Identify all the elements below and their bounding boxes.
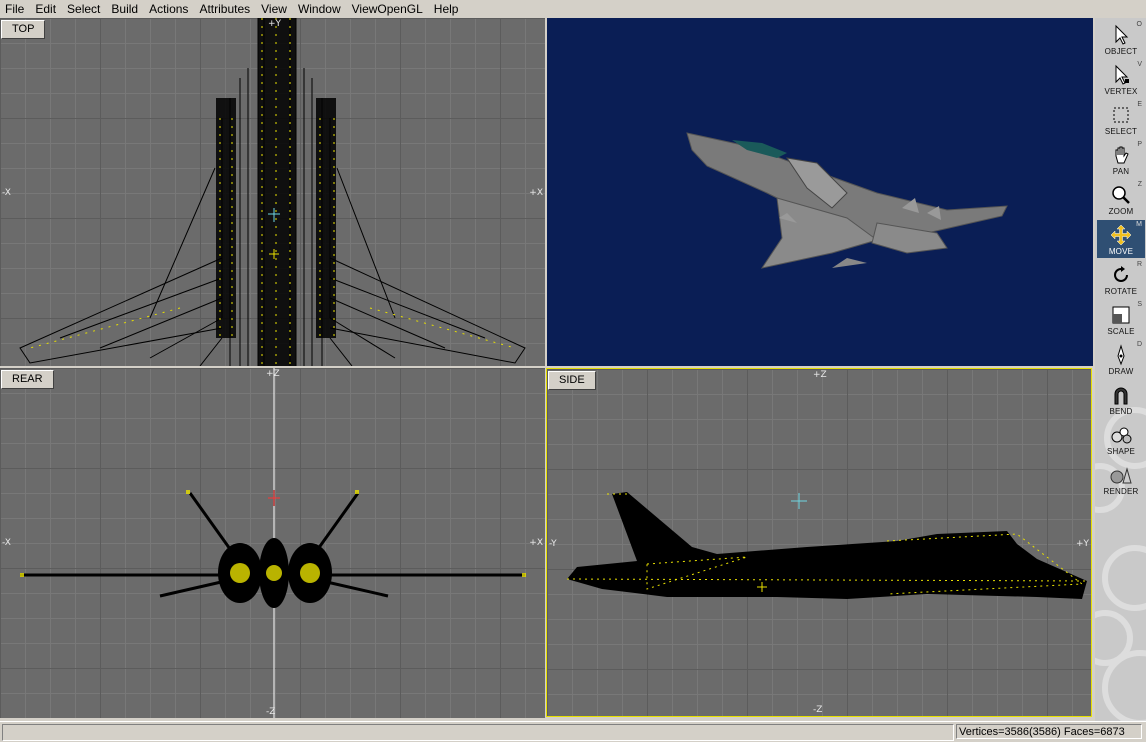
menu-build[interactable]: Build bbox=[106, 1, 144, 17]
tool-zoom[interactable]: Z ZOOM bbox=[1097, 180, 1145, 218]
axis-rear-top: +Z bbox=[266, 369, 280, 379]
vertex-arrow-icon bbox=[1115, 64, 1129, 85]
axis-side-bottom: -Z bbox=[813, 705, 823, 715]
axis-side-left: -Y bbox=[549, 539, 557, 549]
tool-move-label: MOVE bbox=[1108, 247, 1134, 256]
bend-magnet-icon bbox=[1114, 387, 1128, 405]
tool-scale[interactable]: S SCALE bbox=[1097, 300, 1145, 338]
axis-rear-bottom: -Z bbox=[266, 707, 276, 717]
status-message bbox=[2, 724, 954, 741]
menu-actions[interactable]: Actions bbox=[144, 1, 194, 17]
side-wireframe bbox=[566, 492, 1088, 599]
menu-attributes[interactable]: Attributes bbox=[194, 1, 256, 17]
tool-object-hotkey: O bbox=[1136, 21, 1142, 28]
viewport-top[interactable]: TOP -X +X +Y bbox=[0, 18, 545, 366]
rotate-icon bbox=[1114, 266, 1128, 282]
viewport-rear-label[interactable]: REAR bbox=[1, 370, 54, 389]
tool-vertex-label: VERTEX bbox=[1104, 87, 1138, 96]
tool-move[interactable]: M MOVE bbox=[1097, 220, 1145, 258]
tool-object[interactable]: O OBJECT bbox=[1097, 20, 1145, 58]
render-teapot-icon bbox=[1110, 467, 1132, 484]
menu-window[interactable]: Window bbox=[293, 1, 347, 17]
tool-vertex[interactable]: V VERTEX bbox=[1097, 60, 1145, 98]
menu-view[interactable]: View bbox=[256, 1, 293, 17]
tool-draw-hotkey: D bbox=[1136, 341, 1142, 348]
axis-top-top: +Y bbox=[268, 19, 282, 29]
tool-scale-label: SCALE bbox=[1107, 327, 1135, 336]
zoom-magnifier-icon bbox=[1112, 186, 1130, 204]
menu-help[interactable]: Help bbox=[429, 1, 465, 17]
status-bar: Vertices=3586(3586) Faces=6873 bbox=[0, 721, 1146, 742]
menu-select[interactable]: Select bbox=[62, 1, 106, 17]
shape-spheres-icon bbox=[1111, 427, 1132, 444]
tool-pan[interactable]: P PAN bbox=[1097, 140, 1145, 178]
axis-top-right: +X bbox=[529, 188, 543, 198]
tool-scale-hotkey: S bbox=[1137, 301, 1142, 308]
tool-zoom-label: ZOOM bbox=[1108, 207, 1134, 216]
tool-render-label: RENDER bbox=[1103, 487, 1139, 496]
viewport-top-label[interactable]: TOP bbox=[1, 20, 46, 39]
tool-shape-label: SHAPE bbox=[1106, 447, 1136, 456]
axis-rear-right: +X bbox=[529, 538, 543, 548]
tool-move-hotkey: M bbox=[1136, 221, 1142, 228]
tool-select-label: SELECT bbox=[1104, 127, 1138, 136]
tool-render[interactable]: RENDER bbox=[1097, 460, 1145, 498]
tool-rotate[interactable]: R ROTATE bbox=[1097, 260, 1145, 298]
move-arrows-icon bbox=[1110, 224, 1132, 246]
tool-pan-hotkey: P bbox=[1137, 141, 1142, 148]
tool-object-label: OBJECT bbox=[1104, 47, 1138, 56]
viewport-side[interactable]: SIDE -Y +Y +Z -Z bbox=[546, 368, 1092, 717]
tool-rotate-label: ROTATE bbox=[1104, 287, 1138, 296]
rear-wireframe bbox=[20, 368, 526, 718]
status-vertex-face-counts: Vertices=3586(3586) Faces=6873 bbox=[956, 724, 1142, 739]
axis-rear-left: -X bbox=[2, 538, 11, 548]
tool-bend[interactable]: BEND bbox=[1097, 380, 1145, 418]
tool-zoom-hotkey: Z bbox=[1137, 181, 1142, 188]
tool-palette: O OBJECT V VERTEX E SELECT P PAN Z ZOOM … bbox=[1095, 18, 1146, 721]
tool-shape[interactable]: SHAPE bbox=[1097, 420, 1145, 458]
viewport-side-label[interactable]: SIDE bbox=[548, 371, 596, 390]
tool-select[interactable]: E SELECT bbox=[1097, 100, 1145, 138]
tool-bend-label: BEND bbox=[1109, 407, 1133, 416]
object-arrow-icon bbox=[1115, 24, 1129, 45]
tool-draw-label: DRAW bbox=[1108, 367, 1134, 376]
menu-edit[interactable]: Edit bbox=[30, 1, 62, 17]
select-box-icon bbox=[1113, 107, 1129, 123]
axis-side-right: +Y bbox=[1075, 539, 1089, 549]
viewport-perspective[interactable] bbox=[547, 18, 1093, 366]
axis-side-top: +Z bbox=[813, 370, 827, 380]
tool-select-hotkey: E bbox=[1137, 101, 1142, 108]
tool-rotate-hotkey: R bbox=[1136, 261, 1142, 268]
menu-bar: File Edit Select Build Actions Attribute… bbox=[0, 0, 1146, 17]
viewport-rear[interactable]: REAR -X +X +Z -Z bbox=[0, 368, 545, 718]
menu-viewopengl[interactable]: ViewOpenGL bbox=[347, 1, 429, 17]
tool-draw[interactable]: D DRAW bbox=[1097, 340, 1145, 378]
menu-file[interactable]: File bbox=[0, 1, 30, 17]
scale-icon bbox=[1112, 306, 1130, 324]
draw-pen-icon bbox=[1117, 344, 1125, 366]
axis-top-left: -X bbox=[2, 188, 11, 198]
tool-pan-label: PAN bbox=[1112, 167, 1130, 176]
top-wireframe bbox=[19, 18, 526, 366]
pan-hand-icon bbox=[1115, 146, 1129, 164]
jet-render bbox=[686, 132, 1008, 269]
tool-vertex-hotkey: V bbox=[1137, 61, 1142, 68]
